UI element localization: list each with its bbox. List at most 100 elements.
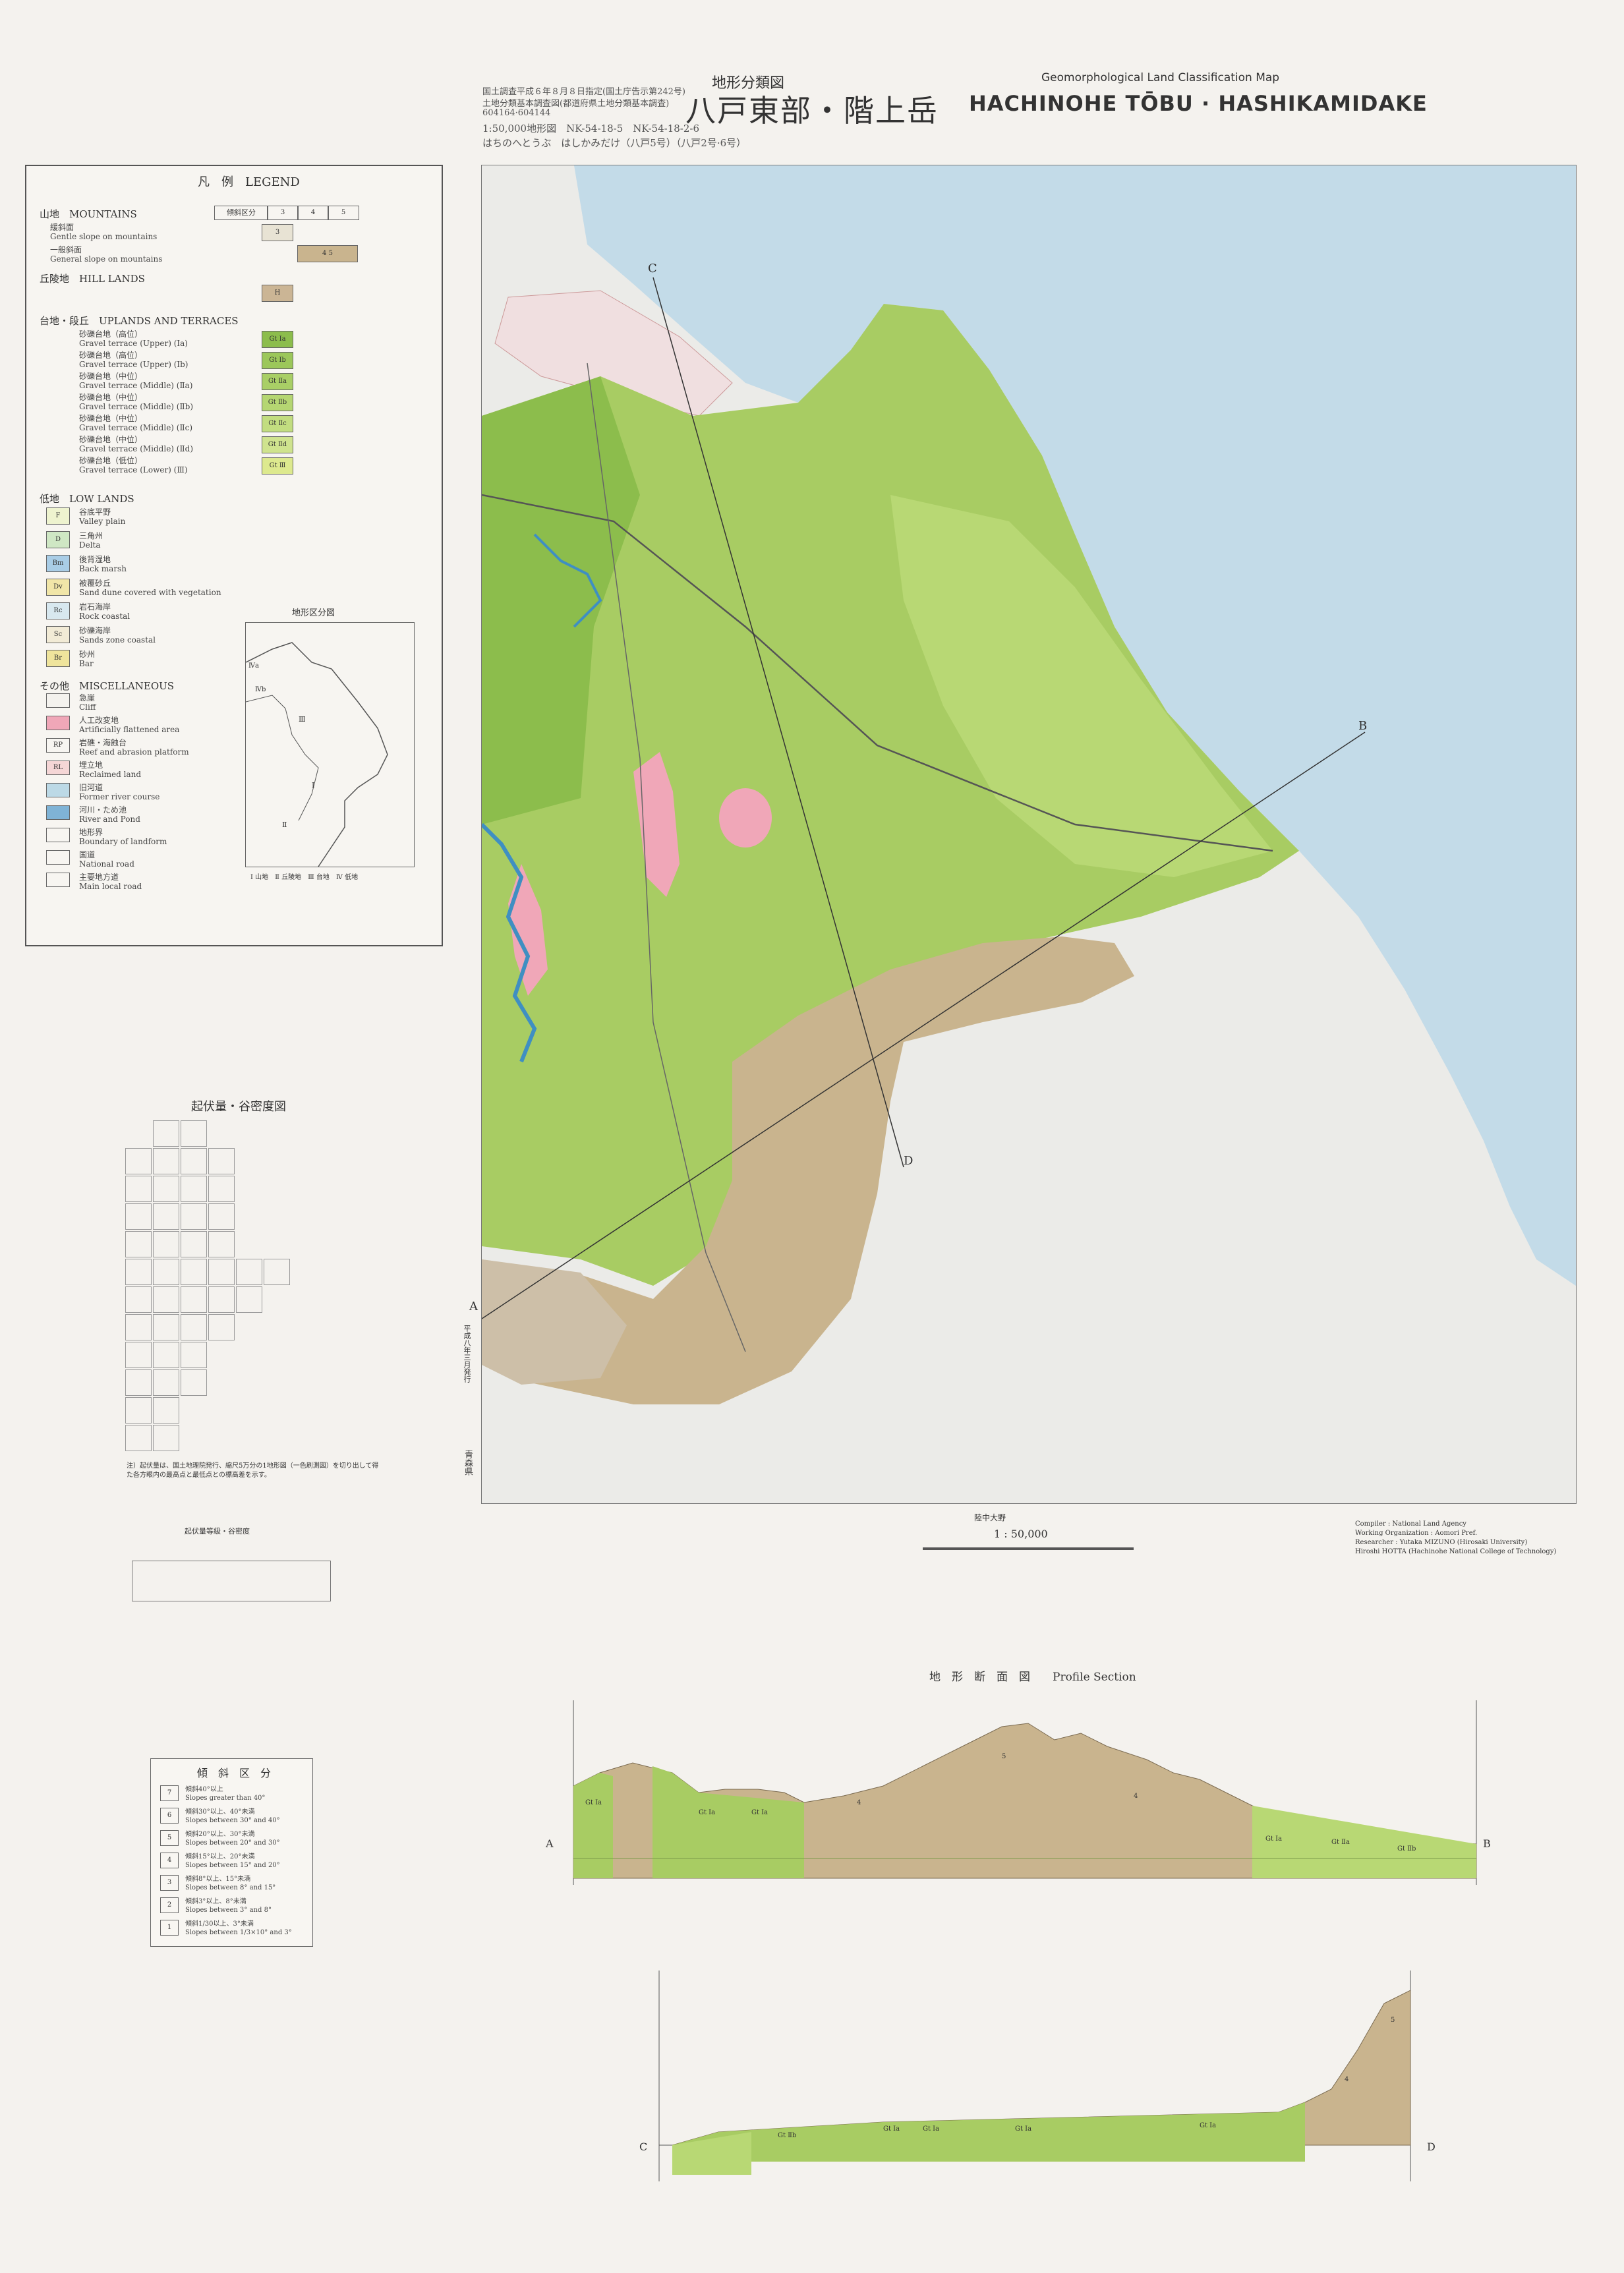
- legend-item-en: Gentle slope on mountains: [50, 232, 158, 241]
- relief-cell: [181, 1259, 207, 1285]
- legend-item-jp: 被覆砂丘: [79, 579, 111, 588]
- legend-item-en: Gravel terrace (Middle) (Ⅱb): [79, 402, 194, 411]
- legend-item-jp: 緩斜面: [50, 223, 74, 232]
- profile-unit: 5: [1391, 2017, 1395, 2024]
- legend-item-jp: 人工改変地: [79, 716, 119, 725]
- relief-cell: [181, 1342, 207, 1368]
- relief-cell: [153, 1231, 179, 1257]
- legend-swatch: Gt Ⅰa: [262, 331, 293, 348]
- index-map-outline: [245, 642, 388, 867]
- profile-unit: Gt Ⅰa: [585, 1799, 602, 1806]
- index-label: Ⅰ: [312, 781, 315, 790]
- slope-legend-title: 傾 斜 区 分: [197, 1767, 272, 1779]
- header-note-line: 1:50,000地形図 NK-54-18-5 NK-54-18-2-6: [482, 123, 700, 134]
- relief-note: 注）起伏量は、国土地理院発行、縮尺5万分の1地形図（一色刷測図）を切り出して得た…: [127, 1462, 379, 1479]
- legend-item-en: Cliff: [79, 703, 96, 712]
- relief-cell: [236, 1286, 262, 1313]
- legend-item-jp: 急崖: [79, 693, 96, 703]
- slope-class-number: 2: [160, 1897, 179, 1913]
- relief-cell: [208, 1176, 235, 1202]
- relief-cell: [153, 1203, 179, 1230]
- legend-item-en: Gravel terrace (Lower) (Ⅲ): [79, 465, 188, 475]
- legend-item-jp: 砂礫台地（中位）: [79, 372, 143, 381]
- legend-item-en: Main local road: [79, 882, 142, 891]
- map-neighbor: 陸中大野: [974, 1513, 1006, 1522]
- map-label-b: B: [1358, 719, 1368, 733]
- profile-unit: Gt Ⅱb: [778, 2132, 797, 2139]
- map-issue-date: 平成八年三月発行: [463, 1325, 471, 1383]
- slope-col: 5: [328, 206, 359, 220]
- legend-item-jp: 後背湿地: [79, 555, 111, 564]
- relief-table: [132, 1561, 331, 1601]
- legend-item-en: Bar: [79, 659, 94, 668]
- legend-item-en: Rock coastal: [79, 612, 130, 621]
- relief-cell: [125, 1342, 152, 1368]
- legend-item-jp: 河川・ため池: [79, 805, 127, 815]
- relief-cell: [181, 1286, 207, 1313]
- legend-swatch: RP: [46, 738, 70, 753]
- relief-cell: [125, 1176, 152, 1202]
- map-subtitle-en: Geomorphological Land Classification Map: [1041, 71, 1280, 84]
- relief-cell: [236, 1259, 262, 1285]
- legend-item-en: Sand dune covered with vegetation: [79, 588, 221, 597]
- profile-unit: 4: [1134, 1793, 1138, 1800]
- index-label: Ⅲ: [299, 715, 306, 724]
- relief-cell: [153, 1286, 179, 1313]
- legend-swatch: [46, 716, 70, 730]
- relief-cell: [153, 1314, 179, 1340]
- header-note-line: 国土調査平成６年８月８日指定(国土庁告示第242号): [482, 87, 685, 97]
- legend-item-en: Boundary of landform: [79, 837, 167, 846]
- slope-legend: 傾 斜 区 分 7 傾斜40°以上 Slopes greater than 40° 6…: [150, 1758, 313, 1947]
- index-caption: Ⅰ 山地 Ⅱ 丘陵地 Ⅲ 台地 Ⅳ 低地: [250, 874, 359, 881]
- slope-class-en: Slopes between 30° and 40°: [185, 1817, 280, 1824]
- legend-item-jp: 砂州: [79, 650, 96, 659]
- slope-class-en: Slopes between 15° and 20°: [185, 1862, 280, 1869]
- legend-swatch: Dv: [46, 579, 70, 596]
- legend-item-en: Former river course: [79, 792, 160, 801]
- relief-cell: [264, 1259, 290, 1285]
- relief-table-title: 起伏量等級・谷密度: [185, 1527, 250, 1536]
- legend-item-jp: 三角州: [79, 531, 103, 540]
- header-note-line: はちのへとうぶ はしかみだけ（八戸5号）（八戸2号·6号）: [482, 137, 747, 149]
- profile-unit: Gt Ⅰa: [1015, 2125, 1032, 2133]
- profile-unit: Gt Ⅰa: [699, 1809, 716, 1816]
- legend-swatch: H: [262, 285, 293, 302]
- legend-item-jp: 砂礫台地（中位）: [79, 414, 143, 423]
- profile-unit: 4: [1345, 2076, 1349, 2083]
- slope-class-number: 4: [160, 1853, 179, 1868]
- relief-cell: [181, 1120, 207, 1147]
- profile-unit: Gt Ⅱb: [1397, 1845, 1416, 1853]
- legend-swatch: Bm: [46, 555, 70, 572]
- slope-class-jp: 傾斜30°以上、40°未満: [185, 1808, 255, 1816]
- profile-unit: Gt Ⅰa: [751, 1809, 768, 1816]
- legend-swatch: D: [46, 531, 70, 548]
- legend-item-en: Delta: [79, 540, 101, 550]
- legend-swatch: [46, 873, 70, 887]
- legend-item-en: Gravel terrace (Upper) (Ⅰa): [79, 339, 188, 348]
- slope-class-en: Slopes between 3° and 8°: [185, 1907, 272, 1914]
- slope-class-number: 3: [160, 1875, 179, 1891]
- legend-item-jp: 岩礁・海蝕台: [79, 738, 127, 747]
- relief-cell: [208, 1203, 235, 1230]
- legend-item-jp: 砂礫台地（中位）: [79, 393, 143, 402]
- legend-swatch: 3: [262, 224, 293, 241]
- profile-unit: 4: [857, 1799, 861, 1806]
- legend-item-en: River and Pond: [79, 815, 140, 824]
- slope-class-en: Slopes between 1/3×10° and 3°: [185, 1929, 292, 1936]
- slope-class-en: Slopes between 20° and 30°: [185, 1839, 280, 1847]
- legend-item-en: Artificially flattened area: [79, 725, 180, 734]
- map-drawing: [482, 165, 1576, 1503]
- profile-cd: C D Gt Ⅱb Gt Ⅰa Gt Ⅰa Gt Ⅰa Gt Ⅰa 4 5: [620, 1964, 1450, 2188]
- relief-cell: [208, 1148, 235, 1174]
- relief-cell: [153, 1120, 179, 1147]
- legend-swatch: F: [46, 507, 70, 525]
- relief-title: 起伏量・谷密度図: [191, 1100, 286, 1114]
- relief-cell: [125, 1397, 152, 1424]
- slope-class-jp: 傾斜20°以上、30°未満: [185, 1831, 255, 1838]
- relief-cell: [153, 1369, 179, 1396]
- legend-item-jp: 旧河道: [79, 783, 103, 792]
- profile-label-d: D: [1427, 2141, 1436, 2153]
- relief-cell: [125, 1314, 152, 1340]
- legend-swatch: Gt Ⅰb: [262, 352, 293, 369]
- profile-cd-drawing: [658, 1971, 1411, 2181]
